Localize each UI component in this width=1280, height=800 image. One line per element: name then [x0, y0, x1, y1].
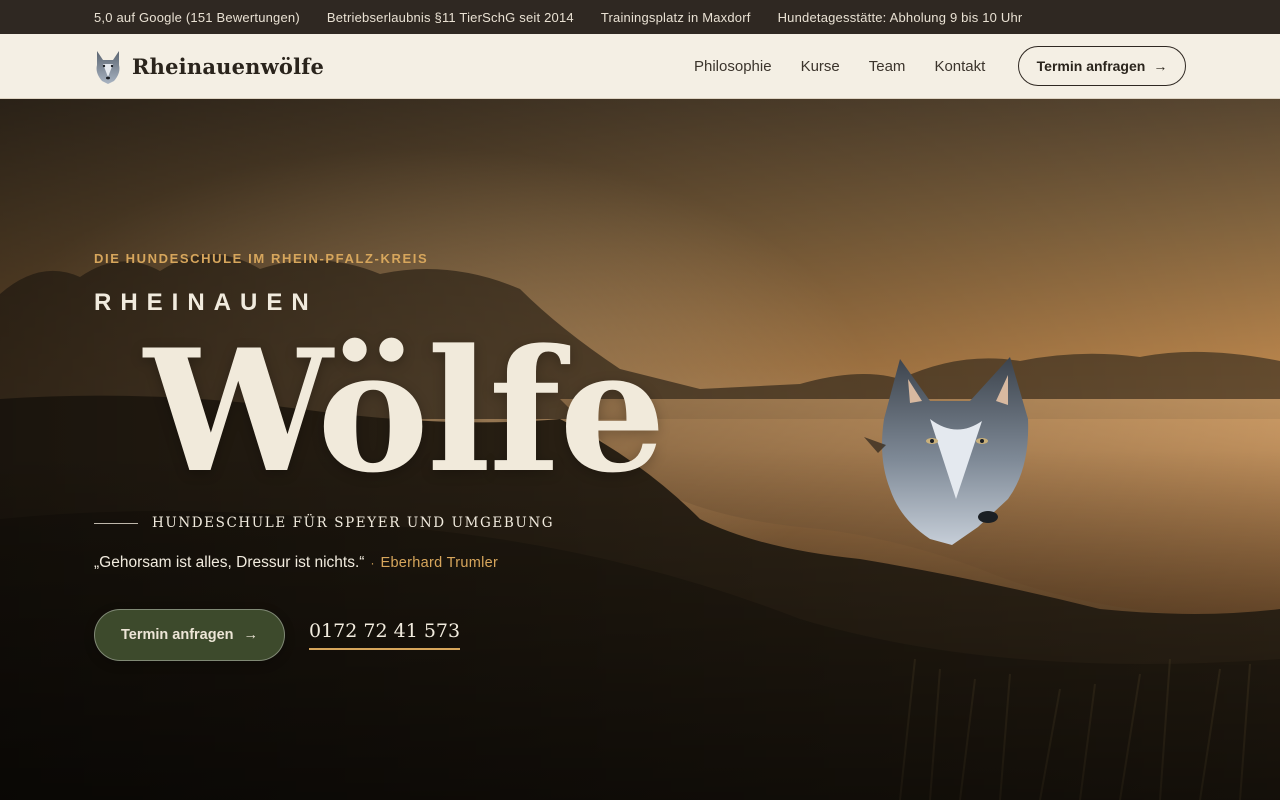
nav-item-kurse[interactable]: Kurse: [801, 58, 840, 75]
hero-appointment-label: Termin anfragen: [120, 627, 234, 643]
google-rating-text: 5,0 auf Google (151 Bewertungen): [94, 9, 300, 25]
main-nav: Philosophie Kurse Team Kontakt: [694, 34, 985, 99]
header-appointment-button[interactable]: Termin anfragen →: [1018, 46, 1186, 86]
hero-appointment-button[interactable]: Termin anfragen →: [94, 609, 285, 661]
header-appointment-label: Termin anfragen: [1036, 58, 1146, 74]
logo-link[interactable]: Rheinauenwölfe: [94, 47, 324, 85]
arrow-right-icon: →: [243, 627, 259, 643]
phone-link[interactable]: 0172 72 41 573: [309, 620, 461, 650]
hero-quote: „Gehorsam ist alles, Dressur ist nichts.…: [94, 554, 498, 572]
nav-item-kontakt[interactable]: Kontakt: [934, 58, 985, 75]
nav-item-philosophie[interactable]: Philosophie: [694, 58, 772, 75]
logo-text: Rheinauenwölfe: [132, 53, 325, 79]
quote-author: Eberhard Trumler: [380, 555, 499, 571]
quote-separator: ·: [370, 556, 375, 570]
arrow-right-icon: →: [1153, 58, 1168, 74]
training-location-text: Trainingsplatz in Maxdorf: [600, 9, 751, 25]
top-info-bar: 5,0 auf Google (151 Bewertungen) Betrieb…: [0, 0, 1280, 34]
hero-subline-text: HUNDESCHULE FÜR SPEYER UND UMGEBUNG: [152, 515, 555, 531]
hero-eyebrow: DIE HUNDESCHULE IM RHEIN-PFALZ-KREIS: [94, 251, 429, 266]
site-header: Rheinauenwölfe Philosophie Kurse Team Ko…: [0, 34, 1280, 99]
quote-text: „Gehorsam ist alles, Dressur ist nichts.…: [94, 554, 365, 571]
hero-section: DIE HUNDESCHULE IM RHEIN-PFALZ-KREIS RHE…: [0, 99, 1280, 800]
hero-subline: HUNDESCHULE FÜR SPEYER UND UMGEBUNG: [94, 515, 554, 531]
nav-item-team[interactable]: Team: [869, 58, 906, 75]
subline-divider: [94, 522, 138, 524]
license-text: Betriebserlaubnis §11 TierSchG seit 2014: [326, 9, 574, 25]
hero-title: Wölfe: [144, 312, 666, 510]
wolf-head-image: [864, 357, 1029, 545]
daycare-pickup-text: Hundetagesstätte: Abholung 9 bis 10 Uhr: [777, 9, 1023, 25]
wolf-logo-icon: [96, 51, 120, 84]
